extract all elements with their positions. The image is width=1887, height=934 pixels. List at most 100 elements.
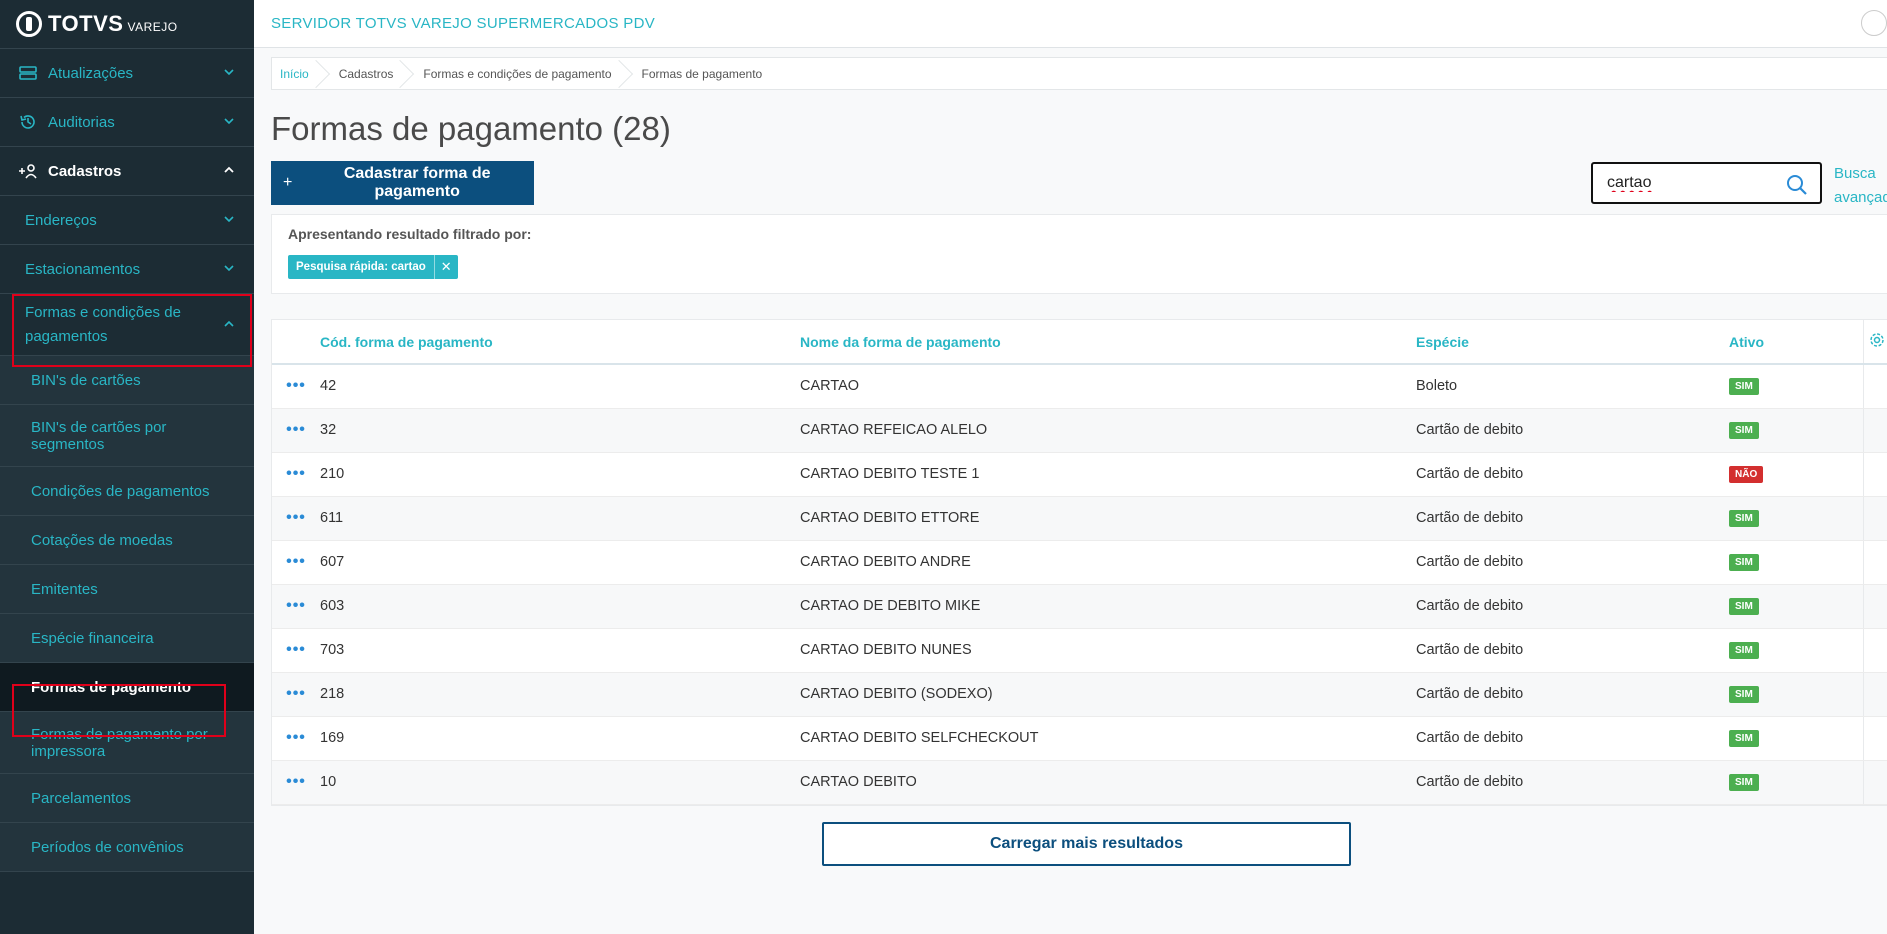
breadcrumb-item-formas-pagamento: Formas de pagamento [641,66,763,81]
sidebar-item-periodos-convenios[interactable]: Períodos de convênios [0,823,254,872]
row-actions-icon[interactable]: ••• [286,553,306,570]
cell-code: 169 [320,716,800,761]
server-title: SERVIDOR TOTVS VAREJO SUPERMERCADOS PDV [271,15,656,32]
row-actions-icon[interactable]: ••• [286,377,306,394]
search-input[interactable] [1607,174,1777,192]
main-content: SERVIDOR TOTVS VAREJO SUPERMERCADOS PDV … [254,0,1887,934]
table-row[interactable]: ••• 218 CARTAO DEBITO (SODEXO) Cartão de de… [272,672,1887,717]
cell-empty [1862,496,1887,541]
cell-code: 32 [320,408,800,453]
status-badge: SIM [1729,686,1759,703]
gear-icon[interactable] [1869,332,1885,348]
row-actions-icon[interactable]: ••• [286,465,306,482]
advanced-search-link[interactable]: Busca avançada [1834,162,1887,210]
status-badge: SIM [1729,510,1759,527]
table-row[interactable]: ••• 32 CARTAO REFEICAO ALELO Cartão de debi… [272,408,1887,453]
sidebar-item-label: BIN's de cartões por segmentos [31,418,167,453]
chevron-down-icon [224,265,234,272]
row-actions-icon[interactable]: ••• [286,773,306,790]
row-actions-icon[interactable]: ••• [286,509,306,526]
table-row[interactable]: ••• 607 CARTAO DEBITO ANDRE Cartão de debit… [272,540,1887,585]
row-actions-icon[interactable]: ••• [286,685,306,702]
status-badge: SIM [1729,642,1759,659]
breadcrumb: Início Cadastros Formas e condições de p… [271,57,1887,90]
sidebar-item-enderecos[interactable]: Endereços [0,196,254,245]
column-header-ativo[interactable]: Ativo [1729,320,1863,365]
cell-name: CARTAO REFEICAO ALELO [800,408,1416,453]
search-icon[interactable] [1786,174,1808,196]
plus-icon: + [283,174,293,191]
sidebar-item-emitentes[interactable]: Emitentes [0,565,254,614]
payment-methods-table: Cód. forma de pagamento Nome da forma de… [271,319,1887,806]
totvs-logo[interactable]: TOTVS VAREJO [0,0,254,49]
table-row[interactable]: ••• 210 CARTAO DEBITO TESTE 1 Cartão de deb… [272,452,1887,497]
sidebar-item-atualizacoes[interactable]: Atualizações [0,49,254,98]
user-avatar-icon[interactable] [1861,10,1887,36]
row-actions-icon[interactable]: ••• [286,641,306,658]
brand-sub: VAREJO [127,20,178,34]
chevron-up-icon [224,166,234,173]
add-payment-method-button[interactable]: + Cadastrar forma de pagamento [271,161,534,205]
sidebar-item-label: Formas de pagamento [31,678,192,696]
sidebar-item-label: Períodos de convênios [31,838,184,856]
status-badge: SIM [1729,730,1759,747]
totvs-logo-icon [16,11,42,37]
sidebar-item-estacionamentos[interactable]: Estacionamentos [0,245,254,294]
load-more-button[interactable]: Carregar mais resultados [822,822,1351,866]
breadcrumb-item-cadastros[interactable]: Cadastros [321,58,406,89]
table-row[interactable]: ••• 10 CARTAO DEBITO Cartão de debito SIM [272,760,1887,805]
sidebar-item-cadastros[interactable]: Cadastros [0,147,254,196]
cell-code: 603 [320,584,800,629]
sidebar-item-formas-pagamento[interactable]: Formas de pagamento [0,663,254,712]
table-row[interactable]: ••• 611 CARTAO DEBITO ETTORE Cartão de debi… [272,496,1887,541]
row-actions-icon[interactable]: ••• [286,421,306,438]
table-row[interactable]: ••• 603 CARTAO DE DEBITO MIKE Cartão de deb… [272,584,1887,629]
breadcrumb-item-inicio[interactable]: Início [272,58,321,89]
cell-empty [1862,364,1887,409]
column-header-name[interactable]: Nome da forma de pagamento [800,320,1416,365]
sidebar-item-cotacoes-moedas[interactable]: Cotações de moedas [0,516,254,565]
cell-name: CARTAO [800,364,1416,409]
chevron-down-icon [224,118,234,125]
cell-especie: Boleto [1416,364,1729,409]
cell-empty [1862,584,1887,629]
cell-name: CARTAO DEBITO [800,760,1416,805]
sidebar-item-label: BIN's de cartões [31,371,141,389]
sidebar-item-bins-cartoes-segmentos[interactable]: BIN's de cartões por segmentos [0,405,254,467]
server-icon [18,63,38,83]
sidebar-item-parcelamentos[interactable]: Parcelamentos [0,774,254,823]
sidebar-item-especie-financeira[interactable]: Espécie financeira [0,614,254,663]
table-settings[interactable] [1862,320,1887,365]
sidebar-item-label: Cadastros [48,162,122,180]
cell-empty [1862,672,1887,717]
column-header-especie[interactable]: Espécie [1416,320,1729,365]
cell-code: 607 [320,540,800,585]
add-user-icon [18,161,38,181]
actions-header [272,320,320,365]
table-row[interactable]: ••• 703 CARTAO DEBITO NUNES Cartão de debit… [272,628,1887,673]
sidebar-item-formas-pagamento-impressora[interactable]: Formas de pagamento por impressora [0,712,254,774]
cell-especie: Cartão de debito [1416,408,1729,453]
table-row[interactable]: ••• 169 CARTAO DEBITO SELFCHECKOUT Cartão d… [272,716,1887,761]
sidebar-item-condicoes-pagamentos[interactable]: Condições de pagamentos [0,467,254,516]
cell-especie: Cartão de debito [1416,760,1729,805]
sidebar-item-auditorias[interactable]: Auditorias [0,98,254,147]
chevron-down-icon [224,216,234,223]
close-icon[interactable]: ✕ [433,255,458,279]
sidebar-item-label: Emitentes [31,580,98,598]
cell-code: 10 [320,760,800,805]
cell-empty [1862,540,1887,585]
sidebar-item-label: Atualizações [48,64,134,82]
sidebar-item-formas-condicoes[interactable]: Formas e condições de pagamentos [0,294,254,356]
cell-especie: Cartão de debito [1416,496,1729,541]
cell-name: CARTAO DEBITO TESTE 1 [800,452,1416,497]
sidebar: TOTVS VAREJO Atualizações Auditorias Cad… [0,0,254,934]
status-badge: SIM [1729,598,1759,615]
row-actions-icon[interactable]: ••• [286,597,306,614]
sidebar-item-bins-cartoes[interactable]: BIN's de cartões [0,356,254,405]
column-header-code[interactable]: Cód. forma de pagamento [320,320,800,365]
table-row[interactable]: ••• 42 CARTAO Boleto SIM [272,364,1887,409]
row-actions-icon[interactable]: ••• [286,729,306,746]
breadcrumb-item-formas-condicoes[interactable]: Formas e condições de pagamento [405,58,623,89]
status-badge: SIM [1729,774,1759,791]
